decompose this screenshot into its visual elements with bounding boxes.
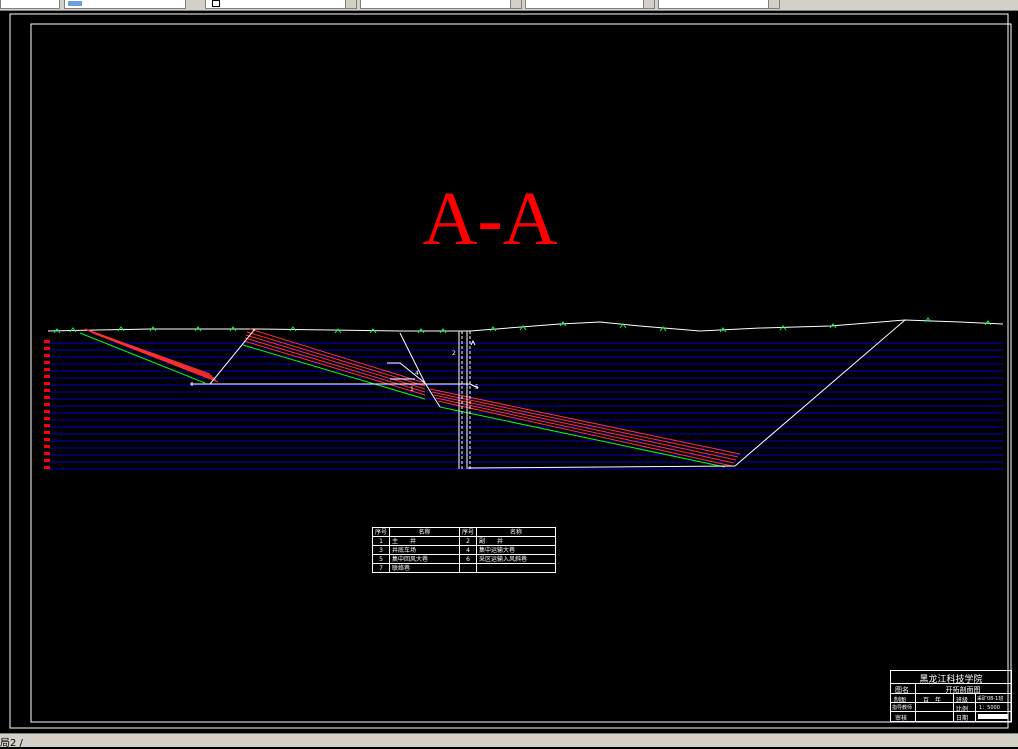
legend-name-empty xyxy=(476,563,556,573)
seam-floor-lower xyxy=(439,406,726,468)
legend-no: 1 xyxy=(371,536,391,546)
legend-no: 2 xyxy=(459,536,478,546)
label-main-shaft: 1 xyxy=(410,386,414,393)
label-review: 审核 xyxy=(895,715,908,722)
legend-header-name: 名称 xyxy=(389,527,461,537)
class-value: 采矿08-1班 xyxy=(977,696,1004,702)
layer-color-icon xyxy=(68,1,82,6)
toolbar-field-6[interactable] xyxy=(658,0,780,9)
status-bar: 局2 / xyxy=(0,733,1018,749)
date-field xyxy=(978,714,1008,719)
legend-no: 4 xyxy=(459,545,478,555)
legend-name: 副 井 xyxy=(476,536,556,546)
seam-floor-upper xyxy=(79,332,206,384)
legend-header-no: 序号 xyxy=(371,527,391,537)
title-block-cell xyxy=(975,712,976,722)
label-return: 5 xyxy=(475,384,479,391)
legend-no: 5 xyxy=(371,554,391,564)
toolbar-field-1[interactable] xyxy=(0,0,60,9)
legend-name: 集中运输大巷 xyxy=(476,545,556,555)
label-haulage: 4 xyxy=(415,370,419,377)
toolbar-field-4[interactable] xyxy=(360,0,522,9)
legend-name: 采区运输入风斜巷 xyxy=(476,554,556,564)
strata-markers xyxy=(44,340,50,469)
status-bar-text[interactable]: 局2 / xyxy=(0,734,23,749)
legend-row: 3 井底车场 4 集中运输大巷 xyxy=(371,545,556,555)
label-teacher: 指导教师 xyxy=(892,705,913,711)
legend-header-no: 序号 xyxy=(459,527,478,537)
chevron-down-icon[interactable] xyxy=(510,0,521,8)
seam-floor-middle xyxy=(242,344,426,400)
faults-and-roadways xyxy=(190,319,906,469)
drawing-svg[interactable]: A-A 1 2 4 5 xyxy=(0,11,1018,733)
legend-table: 序号 名称 序号 名称 1 主 井 2 副 井 3 井底车场 4 集中运输大巷 … xyxy=(371,527,556,573)
toolbar-field-5[interactable] xyxy=(525,0,655,9)
layer-square-icon xyxy=(212,0,220,7)
chevron-down-icon[interactable] xyxy=(345,0,356,8)
legend-name: 集中回风大巷 xyxy=(389,554,461,564)
legend-no-empty xyxy=(459,563,478,573)
toolbar-field-2[interactable] xyxy=(64,0,186,9)
legend-name: 联络巷 xyxy=(389,563,461,573)
toolbar-field-3[interactable] xyxy=(205,0,357,9)
legend-no: 7 xyxy=(371,563,391,573)
chevron-down-icon[interactable] xyxy=(643,0,654,8)
title-block-row-review: 审核 日期 xyxy=(891,711,1011,722)
legend-no: 3 xyxy=(371,545,391,555)
drawing-canvas[interactable]: A-A 1 2 4 5 序号 名称 序号 名称 1 主 井 2 副 井 3 井底… xyxy=(0,11,1018,733)
legend-header-name: 名称 xyxy=(476,527,556,537)
section-title: A-A xyxy=(422,177,557,261)
scale-value: 1：5000 xyxy=(979,705,1000,711)
legend-no: 6 xyxy=(459,554,478,564)
legend-row: 7 联络巷 xyxy=(371,563,556,573)
toolbar xyxy=(0,0,1018,11)
label-aux-shaft: 2 xyxy=(452,350,456,357)
surface-grass-marks xyxy=(53,317,992,334)
chevron-down-icon[interactable] xyxy=(768,0,779,8)
legend-name: 井底车场 xyxy=(389,545,461,555)
legend-header-row: 序号 名称 序号 名称 xyxy=(371,527,556,537)
title-block: 黑龙江科技学院 图名 开拓剖面图 制图 百 年 班级 采矿08-1班 指导教师 … xyxy=(890,670,1012,722)
strata-lines xyxy=(48,342,1003,470)
coal-seam-upper xyxy=(84,328,219,383)
label-date: 日期 xyxy=(956,715,969,722)
title-block-cell xyxy=(915,712,916,722)
legend-name: 主 井 xyxy=(389,536,461,546)
title-block-cell xyxy=(953,712,954,722)
legend-row: 1 主 井 2 副 井 xyxy=(371,536,556,546)
legend-row: 5 集中回风大巷 6 采区运输入风斜巷 xyxy=(371,554,556,564)
drawing-inner-frame xyxy=(30,23,1012,723)
